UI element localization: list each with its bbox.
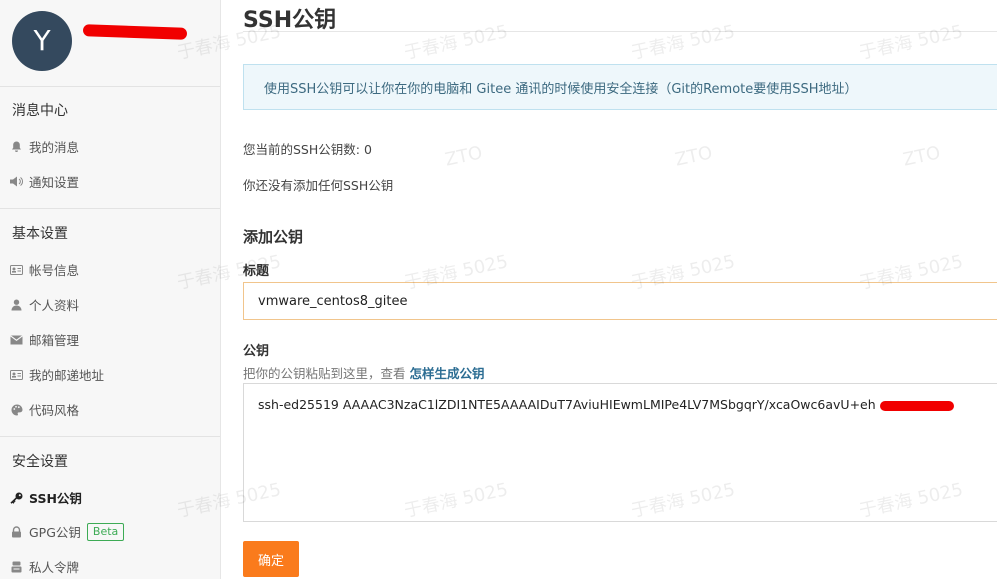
ssh-keys-panel: SSH公钥 使用SSH公钥可以让你在你的电脑和 Gitee 通讯的时候使用安全连… <box>221 0 997 579</box>
sidebar-item-notification-settings[interactable]: 通知设置 <box>10 172 79 191</box>
info-banner: 使用SSH公钥可以让你在你的电脑和 Gitee 通讯的时候使用安全连接（Git的… <box>243 64 997 110</box>
sidebar-item-label: GPG公钥 <box>29 525 81 540</box>
public-key-textarea[interactable]: ssh-ed25519 AAAAC3NzaC1lZDI1NTE5AAAAIDuT… <box>243 383 997 522</box>
section-title-basic: 基本设置 <box>12 226 68 242</box>
key-hint-text: 把你的公钥粘贴到这里，查看 <box>243 366 406 381</box>
sidebar-item-account-info[interactable]: 帐号信息 <box>10 260 79 279</box>
sidebar-item-label: 我的消息 <box>29 140 80 155</box>
key-title-input[interactable]: vmware_centos8_gitee <box>243 282 997 320</box>
sidebar-divider <box>0 436 220 437</box>
key-title-value: vmware_centos8_gitee <box>258 293 408 309</box>
section-title-messages: 消息中心 <box>12 103 68 119</box>
token-icon <box>10 560 23 573</box>
sidebar-item-label: 帐号信息 <box>29 263 80 278</box>
key-count-text: 您当前的SSH公钥数: 0 <box>243 142 372 157</box>
user-icon <box>10 298 23 311</box>
sidebar-item-code-style[interactable]: 代码风格 <box>10 400 79 419</box>
sidebar-item-label: 通知设置 <box>29 175 80 190</box>
bell-icon <box>10 140 23 153</box>
sidebar-item-label: 私人令牌 <box>29 560 80 575</box>
sidebar-item-label: 代码风格 <box>29 403 80 418</box>
title-divider <box>243 31 997 32</box>
title-field-label: 标题 <box>243 264 270 279</box>
info-banner-text: 使用SSH公钥可以让你在你的电脑和 Gitee 通讯的时候使用安全连接（Git的… <box>264 81 858 97</box>
speaker-icon <box>10 175 23 188</box>
avatar[interactable]: Y <box>12 11 72 71</box>
how-to-generate-key-link[interactable]: 怎样生成公钥 <box>410 366 485 381</box>
sidebar-item-my-messages[interactable]: 我的消息 <box>10 137 79 156</box>
public-key-value: ssh-ed25519 AAAAC3NzaC1lZDI1NTE5AAAAIDuT… <box>258 397 876 412</box>
key-hint: 把你的公钥粘贴到这里，查看 怎样生成公钥 <box>243 363 485 382</box>
beta-badge: Beta <box>86 522 125 541</box>
empty-state-text: 你还没有添加任何SSH公钥 <box>243 178 394 193</box>
sidebar-item-label: SSH公钥 <box>29 491 82 506</box>
sidebar-item-ssh-keys[interactable]: SSH公钥 <box>10 488 82 507</box>
address-card-icon <box>10 368 23 381</box>
sidebar-item-label: 邮箱管理 <box>29 333 80 348</box>
key-field-label: 公钥 <box>243 344 270 359</box>
sidebar-item-private-tokens[interactable]: 私人令牌 <box>10 557 79 576</box>
sidebar-item-label: 我的邮递地址 <box>29 368 105 383</box>
page-title: SSH公钥 <box>243 8 337 33</box>
sidebar-item-gpg-keys[interactable]: GPG公钥 Beta <box>10 522 125 541</box>
confirm-button[interactable]: 确定 <box>243 541 299 577</box>
sidebar-item-label: 个人资料 <box>29 298 80 313</box>
sidebar-item-mailing-address[interactable]: 我的邮递地址 <box>10 365 104 384</box>
sidebar-item-profile[interactable]: 个人资料 <box>10 295 79 314</box>
lock-icon <box>10 525 23 538</box>
sidebar-divider <box>0 208 220 209</box>
mail-icon <box>10 333 23 346</box>
redacted-key-suffix <box>879 400 954 411</box>
profile-header: Y <box>0 0 220 87</box>
id-card-icon <box>10 263 23 276</box>
key-icon <box>10 491 23 504</box>
settings-sidebar: Y 消息中心 我的消息 通知设置 基本设置 帐号信息 个人资料 邮箱管理 我的邮… <box>0 0 221 579</box>
add-key-heading: 添加公钥 <box>243 228 304 246</box>
section-title-security: 安全设置 <box>12 454 68 470</box>
sidebar-item-email-management[interactable]: 邮箱管理 <box>10 330 79 349</box>
palette-icon <box>10 403 23 416</box>
redacted-username <box>82 24 188 40</box>
